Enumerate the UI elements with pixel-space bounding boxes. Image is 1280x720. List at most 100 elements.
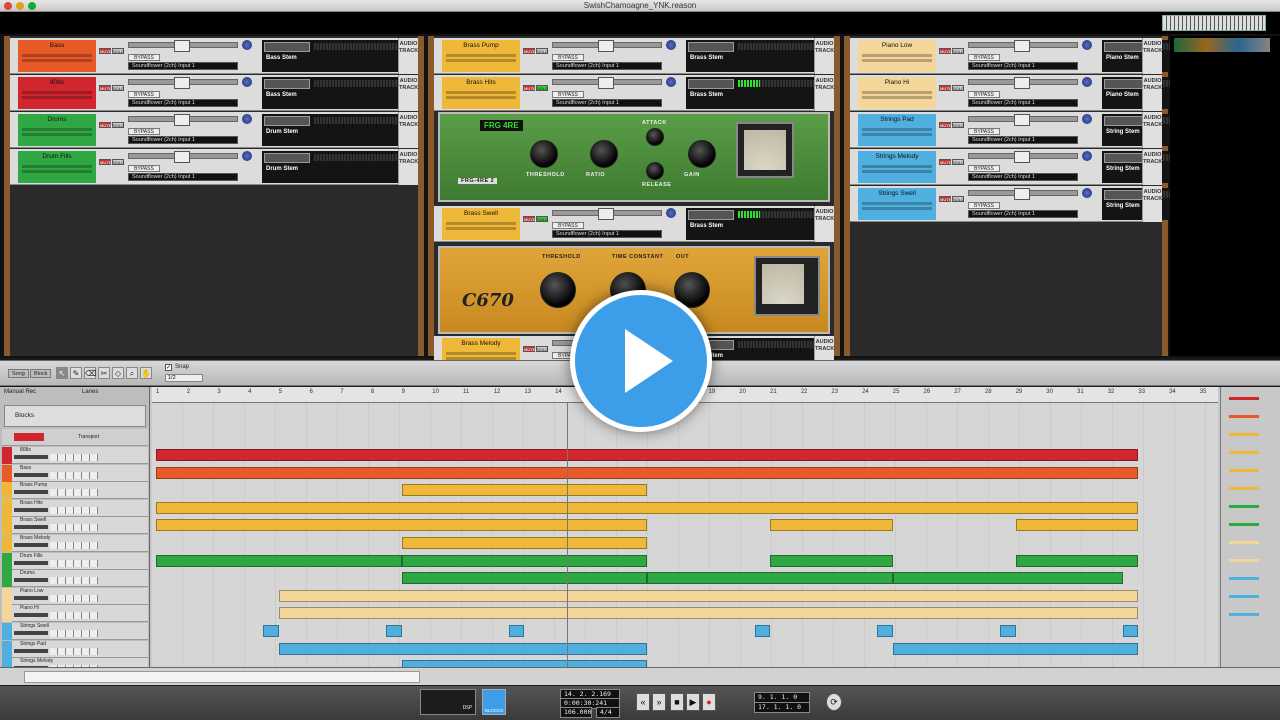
bypass-button[interactable]: BYPASS: [128, 91, 160, 98]
sequencer-clip[interactable]: [647, 572, 893, 585]
play-button[interactable]: ▶: [686, 693, 700, 711]
track-name-plate[interactable]: Piano Low: [858, 40, 936, 72]
output-bus-name[interactable]: Brass Stem: [690, 55, 723, 61]
mute-solo-rec-buttons[interactable]: [50, 506, 98, 514]
sequencer-track-header[interactable]: Strings Swell: [2, 623, 148, 640]
solo-button[interactable]: SOLO: [536, 216, 548, 222]
mute-button[interactable]: MUTE: [523, 85, 535, 91]
track-name-plate[interactable]: Bass: [18, 40, 96, 72]
audio-input-select[interactable]: Soundflower (2ch) Input 1: [968, 210, 1078, 218]
mute-solo-rec-buttons[interactable]: [50, 577, 98, 585]
solo-button[interactable]: SOLO: [952, 159, 964, 165]
sequencer-clip[interactable]: [386, 625, 402, 637]
pencil-tool-icon[interactable]: ✎: [70, 367, 82, 379]
output-bus-name[interactable]: String Stem: [1106, 166, 1140, 172]
output-bus-name[interactable]: Drum Stem: [266, 129, 298, 135]
mute-button[interactable]: MUTE: [939, 122, 951, 128]
sequencer-clip[interactable]: [1015, 554, 1139, 567]
eraser-tool-icon[interactable]: ⌫: [84, 367, 96, 379]
pan-knob[interactable]: [242, 114, 252, 124]
pan-knob[interactable]: [666, 208, 676, 218]
output-bus-name[interactable]: Piano Stem: [1106, 55, 1139, 61]
sequencer-clip[interactable]: [770, 519, 893, 532]
meter-mode-buttons[interactable]: [264, 116, 310, 126]
sequencer-clip[interactable]: [156, 449, 1139, 461]
solo-button[interactable]: SOLO: [112, 48, 124, 54]
bypass-button[interactable]: BYPASS: [552, 54, 584, 61]
volume-fader[interactable]: [552, 208, 662, 220]
loop-toggle-icon[interactable]: ⟳: [826, 693, 842, 711]
solo-button[interactable]: SOLO: [952, 48, 964, 54]
output-bus-name[interactable]: Bass Stem: [266, 92, 297, 98]
bypass-button[interactable]: BYPASS: [128, 165, 160, 172]
output-bus-name[interactable]: String Stem: [1106, 203, 1140, 209]
sequencer-clip[interactable]: [156, 519, 648, 532]
sequencer-track-header[interactable]: 808s: [2, 447, 148, 464]
sequencer-clip[interactable]: [156, 554, 402, 567]
sequencer-clip[interactable]: [156, 466, 1139, 479]
manual-rec-button[interactable]: Manual Rec: [4, 389, 36, 395]
blocks-button[interactable]: BLOCKS: [482, 689, 506, 715]
c670-threshold-knob[interactable]: [540, 272, 576, 308]
blocks-lane[interactable]: Blocks: [4, 405, 146, 427]
volume-fader[interactable]: [552, 77, 662, 89]
sequencer-track-header[interactable]: Brass Swell: [2, 517, 148, 535]
solo-button[interactable]: SOLO: [952, 196, 964, 202]
meter-mode-buttons[interactable]: [264, 153, 310, 163]
track-name-plate[interactable]: Brass Swell: [442, 208, 520, 240]
mute-solo-rec-buttons[interactable]: [50, 630, 98, 637]
sequencer-clip[interactable]: [278, 642, 648, 655]
song-navigator-window[interactable]: [24, 671, 420, 683]
tab-song[interactable]: Song: [8, 369, 29, 378]
sequencer-track-header[interactable]: Brass Pump: [2, 482, 148, 500]
pan-knob[interactable]: [666, 77, 676, 87]
sequencer-clip[interactable]: [278, 589, 1139, 602]
frg-ratio-knob[interactable]: [590, 140, 618, 168]
mute-button[interactable]: MUTE: [99, 85, 111, 91]
sequencer-clip[interactable]: [278, 607, 1139, 620]
sequencer-clip[interactable]: [156, 501, 1139, 514]
pan-knob[interactable]: [1082, 151, 1092, 161]
sequencer-track-header[interactable]: Piano Hi: [2, 605, 148, 623]
audio-input-select[interactable]: Soundflower (2ch) Input 1: [552, 99, 662, 107]
output-bus-name[interactable]: Bass Stem: [266, 55, 297, 61]
meter-mode-buttons[interactable]: [688, 42, 734, 52]
volume-fader[interactable]: [968, 114, 1078, 126]
mute-button[interactable]: MUTE: [99, 48, 111, 54]
solo-button[interactable]: SOLO: [112, 85, 124, 91]
frg-threshold-knob[interactable]: [530, 140, 558, 168]
solo-button[interactable]: SOLO: [112, 122, 124, 128]
audio-input-select[interactable]: Soundflower (2ch) Input 1: [128, 99, 238, 107]
volume-fader[interactable]: [128, 114, 238, 126]
pan-knob[interactable]: [1082, 77, 1092, 87]
sequencer-clip[interactable]: [892, 572, 1124, 585]
solo-button[interactable]: SOLO: [112, 159, 124, 165]
razor-tool-icon[interactable]: ✂: [98, 367, 110, 379]
pointer-tool-icon[interactable]: ↖: [56, 367, 68, 379]
mute-button[interactable]: MUTE: [939, 196, 951, 202]
loop-right-display[interactable]: 17. 1. 1. 0: [754, 702, 810, 713]
solo-button[interactable]: SOLO: [952, 122, 964, 128]
pan-knob[interactable]: [666, 40, 676, 50]
rewind-button[interactable]: «: [636, 693, 650, 711]
fast-forward-button[interactable]: »: [652, 693, 666, 711]
mute-solo-rec-buttons[interactable]: [50, 471, 98, 479]
mute-solo-rec-buttons[interactable]: [50, 594, 98, 602]
audio-input-select[interactable]: Soundflower (2ch) Input 1: [552, 62, 662, 70]
sequencer-track-header[interactable]: Drums: [2, 570, 148, 588]
track-name-plate[interactable]: Drum Fills: [18, 151, 96, 183]
video-play-button[interactable]: [570, 290, 712, 432]
frg-attack-knob[interactable]: [646, 128, 664, 146]
volume-fader[interactable]: [552, 40, 662, 52]
volume-fader[interactable]: [968, 77, 1078, 89]
sequencer-clip[interactable]: [401, 484, 648, 497]
sequencer-track-header[interactable]: Bass: [2, 464, 148, 482]
audio-input-select[interactable]: Soundflower (2ch) Input 1: [128, 136, 238, 144]
signature-display[interactable]: 4/4: [596, 707, 620, 718]
output-bus-name[interactable]: String Stem: [1106, 129, 1140, 135]
pan-knob[interactable]: [242, 77, 252, 87]
mute-button[interactable]: MUTE: [939, 159, 951, 165]
solo-button[interactable]: SOLO: [536, 48, 548, 54]
sequencer-clip[interactable]: [877, 625, 893, 637]
bypass-button[interactable]: BYPASS: [968, 128, 1000, 135]
